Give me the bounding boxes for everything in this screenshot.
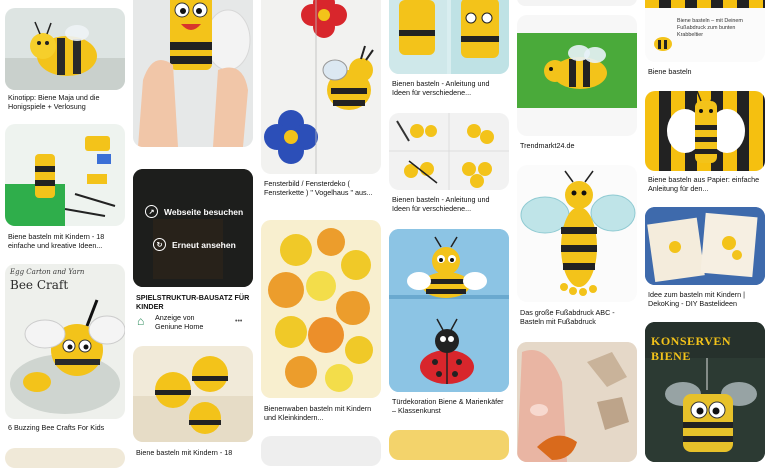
overlay-title: KONSERVEN BIENE — [651, 334, 732, 363]
honeycomb-print-image — [261, 220, 381, 398]
pin-image[interactable] — [133, 346, 253, 442]
pin-caption[interactable]: Bienenwaben basteln mit Kindern und Klei… — [264, 404, 379, 422]
pin-image[interactable] — [389, 229, 509, 392]
honeycomb-banner — [645, 0, 765, 8]
pin-title[interactable]: SPIELSTRUKTUR-BAUSATZ FÜR KINDER — [136, 293, 251, 311]
pin-image[interactable]: Biene basteln – mit Deinem Fußabdruck zu… — [645, 0, 765, 62]
advertiser-name[interactable]: Geniune Home — [155, 322, 235, 331]
pin-caption[interactable]: Biene basteln mit Kindern - 18 einfache … — [8, 232, 123, 250]
pin-caption[interactable]: Bienen basteln - Anleitung und Ideen für… — [392, 79, 507, 97]
pin-image[interactable] — [261, 0, 381, 174]
egg-carton-bee-image — [10, 299, 125, 414]
pin-image[interactable] — [5, 448, 125, 468]
pin-image[interactable] — [261, 436, 381, 466]
replay-icon: ↻ — [153, 238, 166, 251]
window-decoration-image — [264, 0, 374, 174]
bee-figure-illustration — [5, 21, 125, 90]
arrow-up-right-icon: ↗ — [145, 205, 158, 218]
pin-caption[interactable]: Idee zum basteln mit Kindern | DekoKing … — [648, 290, 763, 308]
bee-ladybug-door-image — [389, 229, 509, 392]
pin-caption[interactable]: Kinotipp: Biene Maja und die Honigspiele… — [8, 93, 123, 111]
balloon-bees-image — [133, 356, 253, 442]
paper-bee-image — [667, 91, 745, 163]
pin-image[interactable] — [645, 207, 765, 285]
hover-overlay — [133, 169, 253, 287]
pin-image[interactable] — [5, 8, 125, 90]
advertiser-logo[interactable]: ⌂ — [137, 315, 149, 327]
pin-image[interactable] — [517, 342, 637, 462]
pin-caption[interactable]: 6 Buzzing Bee Crafts For Kids — [8, 423, 123, 432]
step-by-step-image — [389, 113, 509, 190]
pin-caption[interactable]: Fensterbild / Fensterdeko ( Fensterkette… — [264, 179, 379, 197]
bee-cards-image — [645, 207, 765, 285]
pin-image[interactable]: KONSERVEN BIENE — [645, 322, 765, 462]
pin-image[interactable] — [389, 0, 509, 74]
paper-roll-bee-image — [133, 0, 253, 147]
pin-image[interactable] — [645, 91, 765, 171]
pin-image[interactable] — [261, 220, 381, 398]
ad-label: Anzeige von — [155, 313, 195, 322]
replay-button[interactable]: ↻ Erneut ansehen — [153, 238, 236, 251]
pin-caption[interactable]: Bienen basteln - Anleitung und Ideen für… — [392, 195, 507, 213]
pin-image[interactable] — [5, 124, 125, 226]
roll-bees-image — [389, 0, 509, 74]
replay-label: Erneut ansehen — [172, 239, 236, 250]
banner-text: Biene basteln – mit Deinem Fußabdruck zu… — [677, 18, 743, 38]
pin-caption[interactable]: Biene basteln — [648, 67, 763, 76]
pin-image[interactable] — [133, 0, 253, 147]
pin-image[interactable]: Egg Carton and Yarn Bee Craft — [5, 264, 125, 419]
more-options-button[interactable]: ••• — [235, 317, 242, 326]
pin-caption[interactable]: Das große Fußabdruck ABC - Basteln mit F… — [520, 308, 635, 326]
pin-image[interactable] — [517, 165, 637, 302]
small-bee-icon — [654, 37, 672, 51]
craft-supplies-image — [5, 136, 116, 226]
pin-image[interactable] — [517, 0, 637, 6]
pin-caption[interactable]: Trendmarkt24.de — [520, 141, 635, 150]
footprint-bee-image — [520, 170, 636, 296]
wooden-puzzle-image — [517, 342, 637, 462]
visit-website-label: Webseite besuchen — [164, 206, 244, 217]
felt-bee-image — [517, 15, 637, 136]
pin-caption[interactable]: Türdekoration Biene & Marienkäfer – Klas… — [392, 397, 507, 415]
pin-caption[interactable]: Biene basteln aus Papier: einfache Anlei… — [648, 175, 763, 193]
visit-website-button[interactable]: ↗ Webseite besuchen — [145, 205, 243, 218]
pin-image[interactable] — [517, 15, 637, 136]
pin-image[interactable]: ↗ Webseite besuchen ↻ Erneut ansehen — [133, 169, 253, 287]
pin-image[interactable] — [389, 113, 509, 190]
